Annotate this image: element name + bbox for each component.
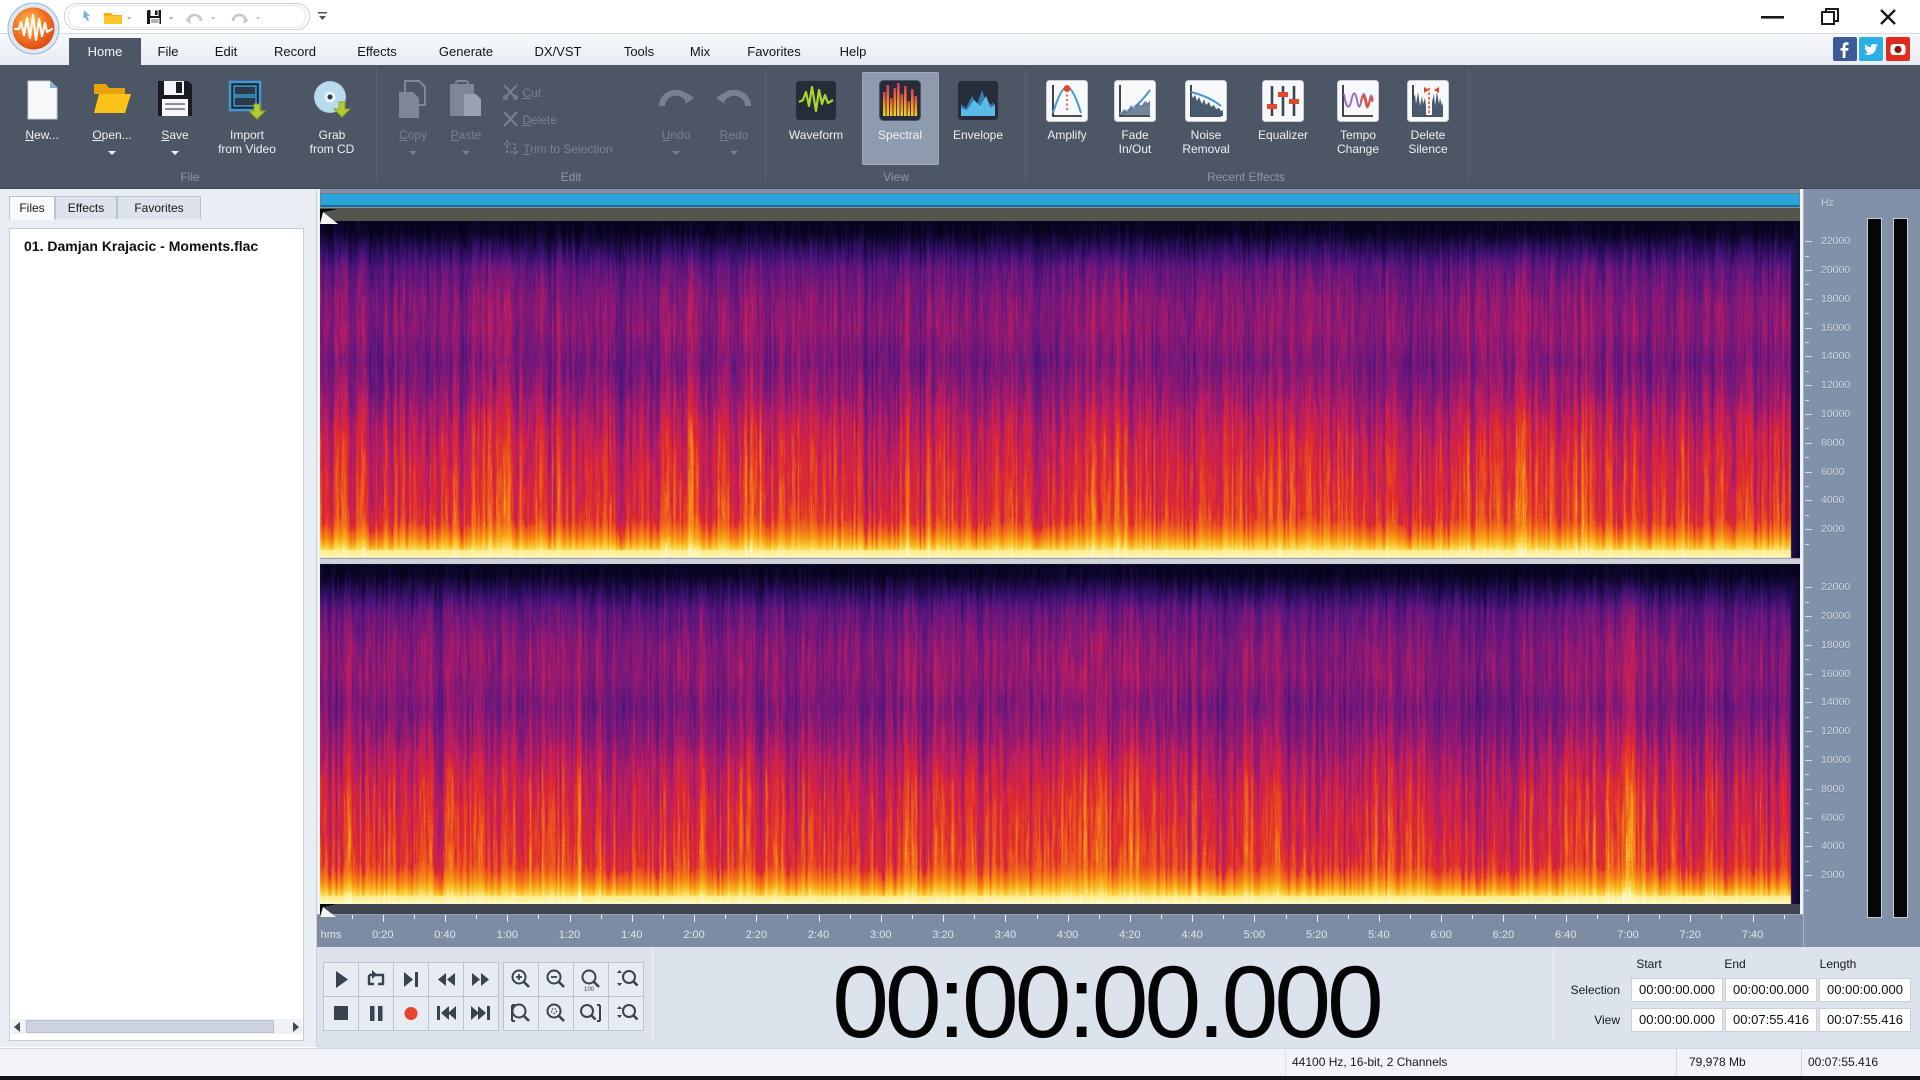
- svg-text:100: 100: [584, 987, 595, 993]
